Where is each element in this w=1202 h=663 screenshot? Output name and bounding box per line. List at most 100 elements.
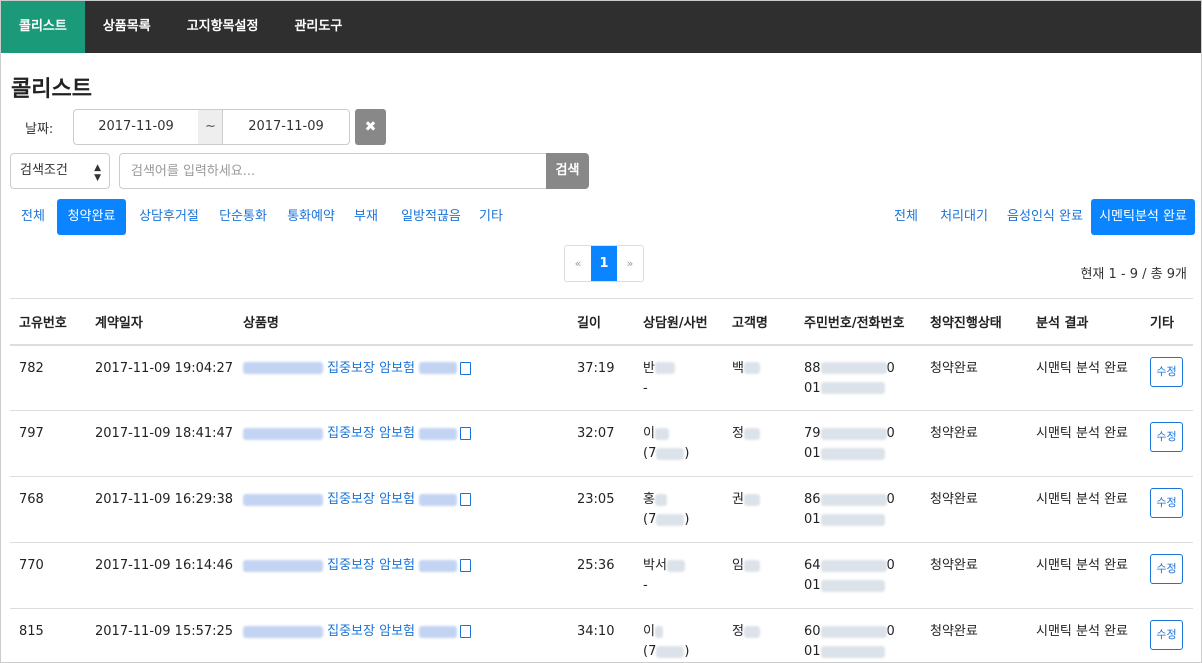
cell-length: 23:05 <box>568 476 634 543</box>
masked-text <box>820 427 887 440</box>
audio-file-icon[interactable] <box>460 625 472 638</box>
cell-customer: 정 <box>723 608 795 662</box>
nav-item-call-list[interactable]: 콜리스트 <box>1 1 85 53</box>
tab-all[interactable]: 전체 <box>13 199 53 235</box>
cell-etc: 수정 <box>1141 476 1193 543</box>
cell-status: 청약완료 <box>921 344 1027 411</box>
product-link[interactable]: 집중보장 암보험 <box>327 426 415 441</box>
phone-prefix: 01 <box>804 644 821 659</box>
ssn-suffix: 0 <box>886 426 895 441</box>
agent-name: 반 <box>643 360 655 376</box>
tab-hung-up[interactable]: 일방적끊음 <box>393 199 469 235</box>
cell-product[interactable]: 집중보장 암보험 <box>234 542 568 609</box>
audio-file-icon[interactable] <box>460 427 472 440</box>
customer-name: 권 <box>732 492 744 507</box>
cell-status: 청약완료 <box>921 542 1027 609</box>
masked-text <box>820 625 887 638</box>
search-condition-select[interactable]: 검색조건 ▲ ▼ <box>10 153 110 189</box>
ssn-suffix: 0 <box>886 624 895 639</box>
masked-text <box>656 513 685 526</box>
edit-button[interactable]: 수정 <box>1150 422 1183 452</box>
tab-voice-recognized[interactable]: 음성인식 완료 <box>1003 199 1087 235</box>
search-input[interactable] <box>119 153 547 189</box>
search-button[interactable]: 검색 <box>546 153 589 189</box>
date-from-input[interactable]: 2017-11-09 <box>73 109 199 145</box>
cell-product[interactable]: 집중보장 암보험 <box>234 608 568 662</box>
masked-text <box>820 362 887 374</box>
masked-text <box>243 493 323 506</box>
nav-item-product-list[interactable]: 상품목록 <box>85 1 169 53</box>
cell-etc: 수정 <box>1141 542 1193 609</box>
phone-prefix: 01 <box>804 578 821 593</box>
cell-product[interactable]: 집중보장 암보험 <box>234 344 568 411</box>
pagination-page-1[interactable]: 1 <box>591 246 617 281</box>
cell-analysis-result: 시맨틱 분석 완료 <box>1027 608 1141 662</box>
edit-button[interactable]: 수정 <box>1150 488 1183 518</box>
cell-id: 768 <box>10 476 86 543</box>
clear-date-button[interactable]: ✖ <box>355 109 386 145</box>
masked-text <box>743 625 760 638</box>
agent-id: (7 <box>643 512 657 527</box>
cell-etc: 수정 <box>1141 410 1193 477</box>
masked-text <box>243 427 323 440</box>
cell-contract-date: 2017-11-09 19:04:27 <box>86 344 234 411</box>
cell-id: 815 <box>10 608 86 662</box>
tab-pending[interactable]: 처리대기 <box>935 199 993 235</box>
audio-file-icon[interactable] <box>460 493 472 506</box>
nav-item-notice-settings[interactable]: 고지항목설정 <box>169 1 277 53</box>
product-link[interactable]: 집중보장 암보험 <box>327 361 415 376</box>
tab-right-all[interactable]: 전체 <box>887 199 925 235</box>
masked-text <box>743 493 760 506</box>
cell-status: 청약완료 <box>921 608 1027 662</box>
cell-id: 797 <box>10 410 86 477</box>
ssn-prefix: 64 <box>804 558 821 573</box>
cell-product[interactable]: 집중보장 암보험 <box>234 476 568 543</box>
customer-name: 임 <box>732 558 744 573</box>
cell-ssn-phone: 86 0 01 <box>795 476 921 543</box>
product-link[interactable]: 집중보장 암보험 <box>327 492 415 507</box>
masked-text <box>654 427 669 440</box>
cell-customer: 권 <box>723 476 795 543</box>
tab-simple-call[interactable]: 단순통화 <box>211 199 275 235</box>
cell-ssn-phone: 60 0 01 <box>795 608 921 662</box>
masked-text <box>419 625 458 638</box>
masked-text <box>743 362 760 374</box>
cell-contract-date: 2017-11-09 18:41:47 <box>86 410 234 477</box>
top-navigation: 콜리스트 상품목록 고지항목설정 관리도구 <box>1 1 1201 53</box>
nav-item-admin-tools[interactable]: 관리도구 <box>276 1 360 53</box>
tab-semantic-analyzed[interactable]: 시멘틱분석 완료 <box>1091 199 1195 235</box>
agent-name: 박서 <box>643 558 667 573</box>
tab-refused-after-consult[interactable]: 상담후거절 <box>131 199 207 235</box>
cell-etc: 수정 <box>1141 608 1193 662</box>
date-range-separator: ~ <box>198 109 223 145</box>
product-link[interactable]: 집중보장 암보험 <box>327 558 415 573</box>
ssn-prefix: 86 <box>804 492 821 507</box>
ssn-suffix: 0 <box>886 558 895 573</box>
tab-absent[interactable]: 부재 <box>347 199 385 235</box>
cell-status: 청약완료 <box>921 410 1027 477</box>
app-frame: 콜리스트 상품목록 고지항목설정 관리도구 콜리스트 날짜: 2017-11-0… <box>0 0 1202 663</box>
audio-file-icon[interactable] <box>460 559 472 572</box>
ssn-suffix: 0 <box>886 492 895 507</box>
tab-subscription-complete[interactable]: 청약완료 <box>57 199 126 235</box>
col-analysis-result: 분석 결과 <box>1027 298 1141 346</box>
cell-product[interactable]: 집중보장 암보험 <box>234 410 568 477</box>
audio-file-icon[interactable] <box>460 361 472 375</box>
ssn-prefix: 88 <box>804 360 821 376</box>
col-product: 상품명 <box>234 298 568 346</box>
masked-text <box>820 645 885 658</box>
edit-button[interactable]: 수정 <box>1150 356 1183 387</box>
product-link[interactable]: 집중보장 암보험 <box>327 624 415 639</box>
date-to-input[interactable]: 2017-11-09 <box>222 109 350 145</box>
edit-button[interactable]: 수정 <box>1150 554 1183 584</box>
cell-length: 25:36 <box>568 542 634 609</box>
pagination-prev[interactable]: « <box>565 246 591 281</box>
tab-call-reservation[interactable]: 통화예약 <box>279 199 343 235</box>
cell-agent: 박서 - <box>634 542 723 609</box>
pagination-next[interactable]: » <box>617 246 643 281</box>
masked-text <box>656 645 685 658</box>
result-count: 현재 1 - 9 / 총 9개 <box>1080 267 1187 282</box>
edit-button[interactable]: 수정 <box>1150 620 1183 650</box>
customer-name: 정 <box>732 426 744 441</box>
tab-etc[interactable]: 기타 <box>473 199 509 235</box>
